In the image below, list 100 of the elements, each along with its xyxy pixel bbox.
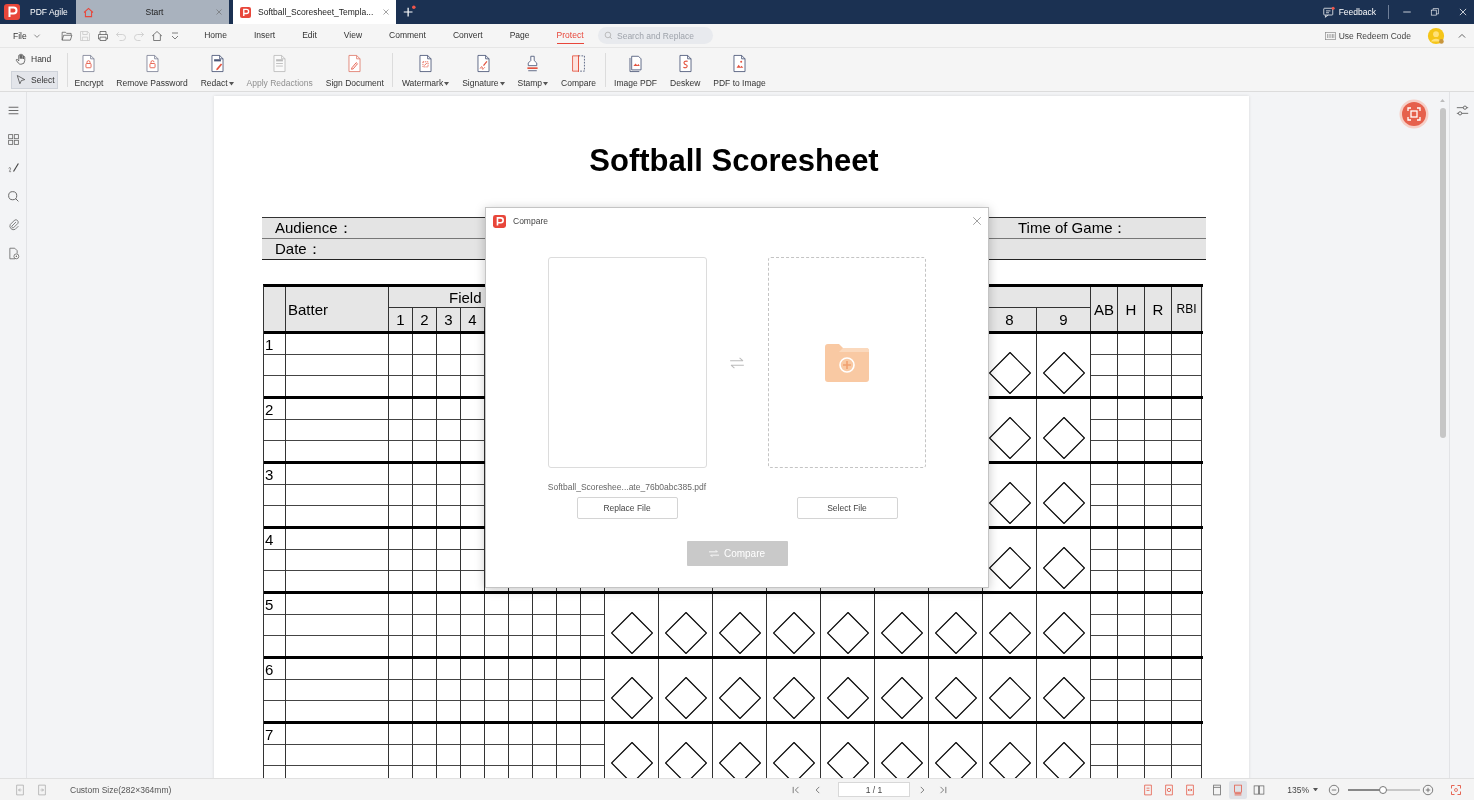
mode-button[interactable]: Hand [11, 50, 58, 68]
diamond-icon [988, 352, 1031, 394]
document-arrow-right-icon[interactable] [36, 783, 48, 796]
menu-tab[interactable]: Insert [240, 23, 289, 48]
file-name: Softball_Scoreshee...ate_76b0abc385.pdf [547, 480, 707, 492]
menu-icon[interactable] [6, 104, 20, 117]
home-icon[interactable] [150, 29, 163, 42]
diamond-icon [718, 677, 761, 719]
document-lock-icon [80, 53, 98, 73]
menu-tab[interactable]: Edit [288, 23, 331, 48]
sliders-icon[interactable] [1455, 104, 1469, 117]
diamond-icon [772, 742, 815, 778]
scan-icon[interactable] [1399, 99, 1429, 129]
diamond-icon [934, 612, 977, 654]
mode-button[interactable]: Select [11, 71, 58, 89]
folder-plus-icon [825, 343, 869, 382]
first-page-icon[interactable] [791, 784, 801, 795]
diamond-icon [1042, 612, 1085, 654]
avatar-icon[interactable] [1427, 26, 1445, 45]
tool-button[interactable]: Remove Password [109, 48, 195, 91]
print-icon[interactable] [96, 29, 109, 42]
diamond-icon [880, 677, 923, 719]
document-gear-icon[interactable] [6, 246, 20, 260]
replace-file-button[interactable]: Replace File [576, 497, 678, 519]
diamond-icon [934, 742, 977, 778]
zoom-out-icon[interactable] [1328, 783, 1340, 796]
last-page-icon[interactable] [938, 784, 948, 795]
scroll-up-icon[interactable] [1440, 99, 1445, 102]
dialog-title: Compare [513, 216, 548, 226]
folder-icon[interactable] [60, 29, 73, 42]
tool-button[interactable]: Encrypt [68, 48, 110, 91]
diamond-icon [826, 742, 869, 778]
page-field[interactable]: 1 / 1 [838, 782, 910, 797]
tool-button[interactable]: Deskew [663, 48, 707, 91]
restore-icon[interactable] [1430, 7, 1440, 17]
app-logo-icon [493, 214, 506, 228]
diamond-icon [1042, 742, 1085, 778]
menu-tab[interactable]: Convert [439, 23, 497, 48]
diamond-icon [1042, 547, 1085, 589]
menu-tab[interactable]: Page [496, 23, 544, 48]
zoom-in-icon[interactable] [1422, 783, 1434, 796]
tool-button[interactable]: Image PDF [607, 48, 664, 91]
column-heading: 1 [396, 311, 405, 328]
document-tab[interactable]: Start [76, 0, 229, 24]
signature-icon[interactable] [6, 161, 20, 174]
tool-button[interactable]: Signature [455, 48, 512, 91]
search-field[interactable]: Search and Replace [598, 27, 713, 44]
select-file-button[interactable]: Select File [796, 497, 898, 519]
feedback-icon [1322, 6, 1335, 18]
paperclip-icon[interactable] [6, 218, 20, 231]
file-menu[interactable]: File [13, 25, 41, 46]
menu-tab[interactable]: Protect [543, 23, 597, 48]
tool-button[interactable]: Sign Document [319, 48, 391, 91]
hand-icon [15, 53, 27, 65]
fullscreen-icon[interactable] [1450, 783, 1462, 796]
diamond-icon [988, 482, 1031, 524]
document-lines-icon[interactable] [1142, 783, 1155, 796]
diamond-icon [880, 612, 923, 654]
diamond-icon [988, 417, 1031, 459]
menu-tab[interactable]: Comment [375, 23, 440, 48]
form-label: Time of Game： [1018, 218, 1128, 238]
column-heading: R [1152, 300, 1164, 318]
scrollbar[interactable] [1439, 108, 1446, 438]
home-icon [83, 6, 94, 18]
document-curve-icon [676, 53, 694, 73]
diamond-icon [988, 742, 1031, 778]
tool-button[interactable]: Redact [194, 48, 241, 91]
diamond-icon [1042, 352, 1085, 394]
document-arrows-icon[interactable] [1184, 783, 1197, 796]
caret-icon [1313, 787, 1318, 792]
document-tab[interactable]: Softball_Scoresheet_Templa... [233, 0, 397, 24]
plus-icon[interactable] [402, 5, 417, 19]
tool-button[interactable]: PDF to Image [706, 48, 773, 91]
grid-icon[interactable] [6, 132, 20, 146]
tool-button[interactable]: Watermark [395, 48, 456, 91]
document-pen-icon [346, 53, 364, 73]
column-heading: 2 [420, 311, 429, 328]
cursor-icon [15, 74, 27, 86]
zoom-slider[interactable] [1348, 788, 1420, 791]
diamond-icon [664, 742, 707, 778]
document-image-icon [731, 53, 749, 73]
feedback-button[interactable]: Feedback [1322, 2, 1376, 22]
search-icon[interactable] [6, 189, 20, 203]
zoom-dropdown[interactable]: 135% [1287, 780, 1318, 799]
continuous-page-icon[interactable] [1229, 780, 1248, 799]
slider-thumb[interactable] [1379, 785, 1388, 794]
redeem-button[interactable]: Use Redeem Code [1324, 25, 1411, 46]
next-icon[interactable] [917, 784, 927, 795]
compare-icon [570, 53, 588, 73]
menu-tab[interactable]: View [330, 23, 376, 48]
tool-button[interactable]: Compare [554, 48, 603, 91]
previous-icon[interactable] [813, 784, 823, 795]
menu-tab[interactable]: Home [190, 23, 241, 48]
document-bar-icon [271, 53, 289, 73]
tool-button[interactable]: Stamp [511, 48, 555, 91]
pdf-file-icon [240, 6, 251, 18]
diamond-icon [718, 742, 761, 778]
document-arrow-left-icon[interactable] [14, 783, 26, 796]
app-logo-icon [4, 4, 20, 20]
document-target-icon[interactable] [1163, 783, 1176, 796]
